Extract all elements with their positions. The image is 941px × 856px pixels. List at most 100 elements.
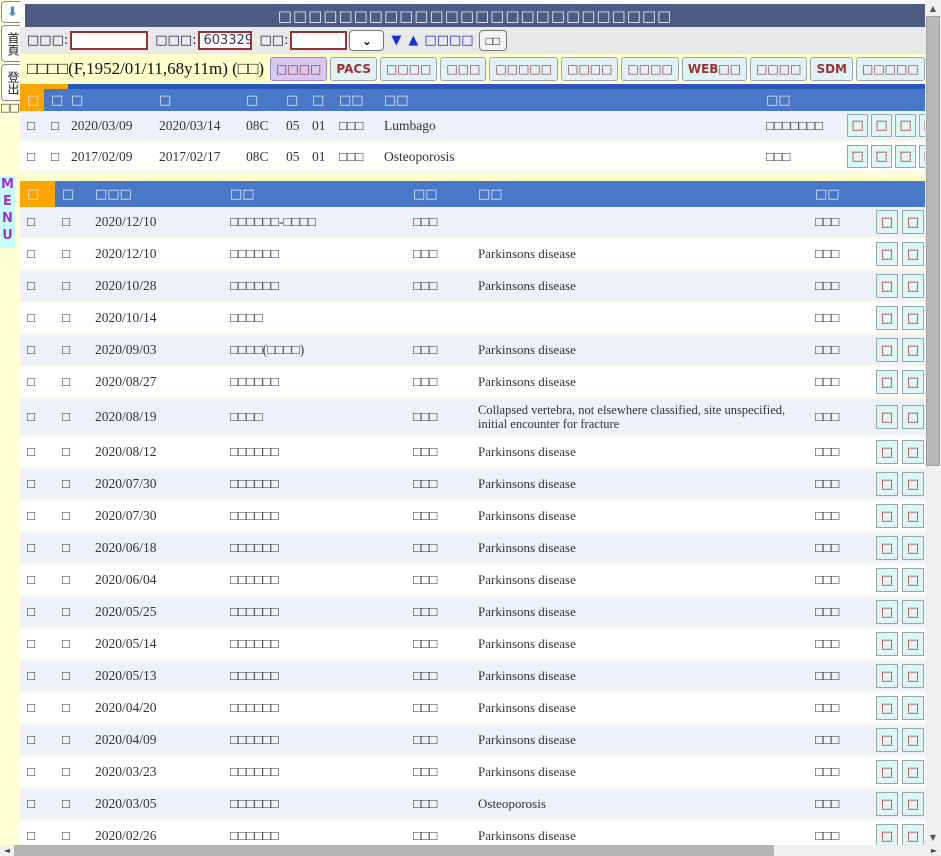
row-action-button-2[interactable]: □ bbox=[902, 274, 924, 298]
patient-action-button[interactable]: WEB□□ bbox=[682, 57, 747, 81]
row-select-box[interactable]: □ bbox=[20, 399, 55, 435]
row-action-button-2[interactable]: □ bbox=[902, 370, 924, 394]
row-action-button-1[interactable]: □ bbox=[876, 824, 898, 845]
row-mark-box[interactable]: □ bbox=[55, 821, 88, 845]
row-select-box[interactable]: □ bbox=[20, 597, 55, 627]
row-mark-box[interactable]: □ bbox=[44, 142, 64, 171]
patient-action-button[interactable]: □□□□ bbox=[561, 57, 618, 81]
row-action-button-1[interactable]: □ bbox=[876, 210, 898, 234]
scrollbar-right-button[interactable]: ► bbox=[927, 845, 941, 856]
row-mark-box[interactable]: □ bbox=[55, 693, 88, 723]
chart-number-input[interactable] bbox=[198, 31, 252, 50]
row-mark-box[interactable]: □ bbox=[55, 335, 88, 365]
row-action-button-1[interactable]: □ bbox=[876, 728, 898, 752]
row-action-button-3[interactable]: □ bbox=[895, 114, 916, 137]
row-select-box[interactable]: □ bbox=[20, 367, 55, 397]
row-action-button-2[interactable]: □ bbox=[902, 728, 924, 752]
row-mark-box[interactable]: □ bbox=[55, 239, 88, 269]
patient-action-button[interactable]: □□□□ bbox=[621, 57, 678, 81]
row-action-button-1[interactable]: □ bbox=[876, 568, 898, 592]
row-action-button-2[interactable]: □ bbox=[902, 792, 924, 816]
row-action-button-2[interactable]: □ bbox=[902, 405, 924, 429]
row-select-box[interactable]: □ bbox=[20, 207, 55, 237]
row-select-box[interactable]: □ bbox=[20, 142, 44, 171]
row-action-button-1[interactable]: □ bbox=[847, 145, 868, 168]
visits-header-select[interactable]: □ bbox=[20, 181, 55, 207]
row-mark-box[interactable]: □ bbox=[55, 399, 88, 435]
row-select-box[interactable]: □ bbox=[20, 469, 55, 499]
patient-action-button[interactable]: □□□□ bbox=[380, 57, 437, 81]
row-action-button-2[interactable]: □ bbox=[902, 504, 924, 528]
row-select-box[interactable]: □ bbox=[20, 661, 55, 691]
row-action-button-1[interactable]: □ bbox=[876, 760, 898, 784]
patient-action-button[interactable]: □□□□□ bbox=[856, 57, 925, 81]
row-mark-box[interactable]: □ bbox=[55, 367, 88, 397]
sort-descending-icon[interactable]: ▼ bbox=[391, 33, 401, 48]
row-action-button-1[interactable]: □ bbox=[876, 306, 898, 330]
row-action-button-2[interactable]: □ bbox=[902, 600, 924, 624]
row-select-box[interactable]: □ bbox=[20, 111, 44, 140]
scrollbar-down-button[interactable]: ▼ bbox=[925, 829, 941, 845]
field3-input[interactable] bbox=[290, 31, 347, 50]
row-mark-box[interactable]: □ bbox=[55, 469, 88, 499]
row-mark-box[interactable]: □ bbox=[55, 789, 88, 819]
row-select-box[interactable]: □ bbox=[20, 821, 55, 845]
menu-toggle[interactable]: MENU bbox=[0, 176, 15, 248]
row-select-box[interactable]: □ bbox=[20, 271, 55, 301]
row-select-box[interactable]: □ bbox=[20, 335, 55, 365]
row-mark-box[interactable]: □ bbox=[55, 757, 88, 787]
patient-action-button[interactable]: □□□□ bbox=[750, 57, 807, 81]
row-select-box[interactable]: □ bbox=[20, 757, 55, 787]
field1-input[interactable] bbox=[70, 31, 148, 50]
row-action-button-2[interactable]: □ bbox=[902, 306, 924, 330]
scrollbar-up-button[interactable]: ▲ bbox=[925, 0, 941, 16]
scrollbar-left-button[interactable]: ◄ bbox=[0, 845, 14, 856]
row-action-button-1[interactable]: □ bbox=[876, 338, 898, 362]
row-mark-box[interactable]: □ bbox=[55, 725, 88, 755]
row-action-button-1[interactable]: □ bbox=[876, 440, 898, 464]
row-action-button-2[interactable]: □ bbox=[902, 536, 924, 560]
row-mark-box[interactable]: □ bbox=[55, 661, 88, 691]
row-select-box[interactable]: □ bbox=[20, 629, 55, 659]
row-action-button-1[interactable]: □ bbox=[876, 504, 898, 528]
admissions-header-select[interactable]: □ bbox=[20, 89, 44, 111]
row-select-box[interactable]: □ bbox=[20, 725, 55, 755]
row-mark-box[interactable]: □ bbox=[55, 597, 88, 627]
row-action-button-1[interactable]: □ bbox=[876, 405, 898, 429]
row-action-button-2[interactable]: □ bbox=[902, 210, 924, 234]
row-action-button-1[interactable]: □ bbox=[876, 792, 898, 816]
row-action-button-1[interactable]: □ bbox=[876, 632, 898, 656]
row-action-button-2[interactable]: □ bbox=[902, 696, 924, 720]
row-action-button-2[interactable]: □ bbox=[902, 338, 924, 362]
row-action-button-2[interactable]: □ bbox=[902, 632, 924, 656]
row-mark-box[interactable]: □ bbox=[55, 629, 88, 659]
row-select-box[interactable]: □ bbox=[20, 239, 55, 269]
row-mark-box[interactable]: □ bbox=[55, 207, 88, 237]
row-action-button-1[interactable]: □ bbox=[876, 370, 898, 394]
row-select-box[interactable]: □ bbox=[20, 437, 55, 467]
row-select-box[interactable]: □ bbox=[20, 533, 55, 563]
patient-action-button[interactable]: SDM bbox=[810, 57, 853, 81]
vertical-scrollbar-thumb[interactable] bbox=[926, 16, 940, 466]
patient-action-button[interactable]: □□□□□ bbox=[489, 57, 558, 81]
row-action-button-1[interactable]: □ bbox=[876, 664, 898, 688]
search-button[interactable]: □□ bbox=[479, 30, 508, 51]
row-mark-box[interactable]: □ bbox=[55, 271, 88, 301]
row-mark-box[interactable]: □ bbox=[44, 111, 64, 140]
toolbar-link[interactable]: □□□□ bbox=[424, 33, 473, 48]
row-select-box[interactable]: □ bbox=[20, 693, 55, 723]
row-action-button-2[interactable]: □ bbox=[902, 664, 924, 688]
row-mark-box[interactable]: □ bbox=[55, 533, 88, 563]
row-action-button-1[interactable]: □ bbox=[876, 274, 898, 298]
row-action-button-2[interactable]: □ bbox=[871, 145, 892, 168]
row-action-button-1[interactable]: □ bbox=[876, 696, 898, 720]
patient-action-button[interactable]: □□□ bbox=[440, 57, 486, 81]
row-mark-box[interactable]: □ bbox=[55, 303, 88, 333]
vertical-scrollbar[interactable]: ▲ ▼ bbox=[925, 0, 941, 845]
horizontal-scrollbar-thumb[interactable] bbox=[14, 845, 774, 856]
row-action-button-2[interactable]: □ bbox=[902, 760, 924, 784]
row-action-button-1[interactable]: □ bbox=[847, 114, 868, 137]
row-select-box[interactable]: □ bbox=[20, 303, 55, 333]
row-action-button-2[interactable]: □ bbox=[902, 472, 924, 496]
row-mark-box[interactable]: □ bbox=[55, 565, 88, 595]
